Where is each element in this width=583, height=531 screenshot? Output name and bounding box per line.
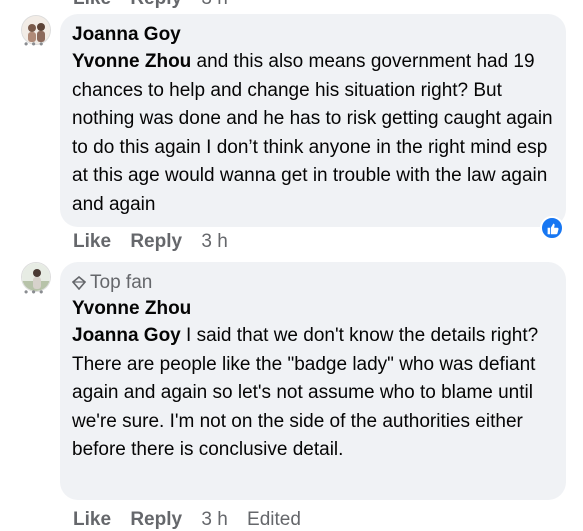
mention-link[interactable]: Yvonne Zhou — [72, 51, 191, 72]
timestamp[interactable]: 3 h — [201, 231, 227, 252]
like-link[interactable]: Like — [73, 0, 111, 9]
diamond-icon — [72, 276, 86, 290]
like-link[interactable]: Like — [73, 231, 111, 252]
thread-dots-icon: • • • — [24, 285, 44, 299]
thumbs-up-icon — [547, 223, 559, 234]
edited-label[interactable]: Edited — [247, 509, 301, 530]
comment-bubble: Top fan Yvonne Zhou Joanna Goy I said th… — [60, 262, 566, 500]
comment-actions: Like Reply 3 h — [73, 231, 228, 253]
like-reaction-icon[interactable] — [540, 216, 564, 240]
comment-text: Joanna Goy I said that we don't know the… — [72, 322, 554, 465]
top-fan-badge[interactable]: Top fan — [72, 270, 554, 296]
comment-body: and this also means government had 19 ch… — [72, 51, 553, 215]
top-fan-label: Top fan — [90, 272, 153, 293]
comment-bubble: Joanna Goy Yvonne Zhou and this also mea… — [60, 14, 566, 227]
mention-link[interactable]: Joanna Goy — [72, 325, 181, 346]
comment-author[interactable]: Yvonne Zhou — [72, 296, 554, 322]
like-link[interactable]: Like — [73, 509, 111, 530]
reply-link[interactable]: Reply — [130, 231, 182, 252]
next-comment-actions: Like Reply 3 h Edited — [73, 509, 315, 531]
reply-link[interactable]: Reply — [130, 0, 182, 9]
previous-comment-actions: Like Reply 3 h — [73, 0, 242, 10]
timestamp[interactable]: 3 h — [201, 0, 227, 9]
comment-text: Yvonne Zhou and this also means governme… — [72, 48, 554, 219]
timestamp[interactable]: 3 h — [201, 509, 227, 530]
comment-author[interactable]: Joanna Goy — [72, 22, 554, 48]
reply-link[interactable]: Reply — [130, 509, 182, 530]
thread-dots-icon: • • • — [24, 37, 44, 51]
